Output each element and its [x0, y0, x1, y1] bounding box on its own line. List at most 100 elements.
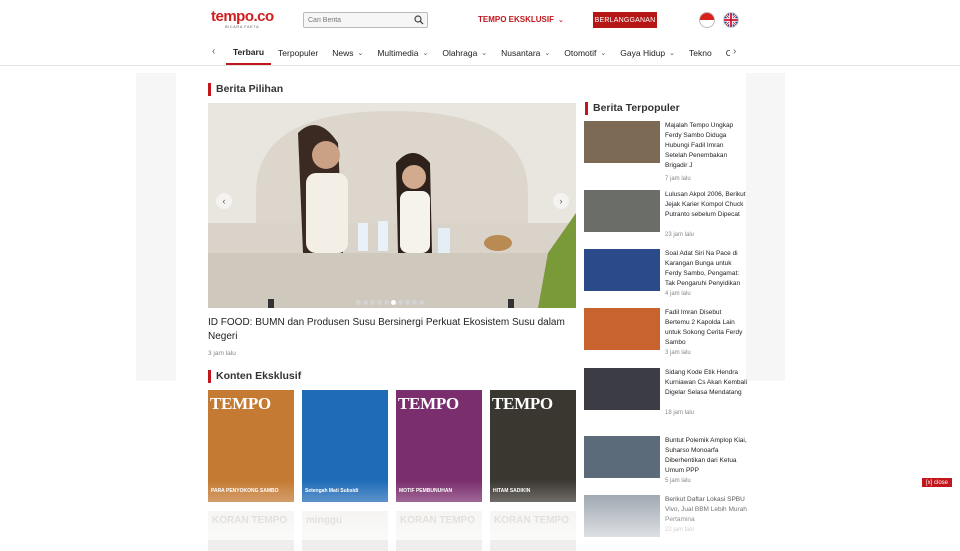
- chevron-down-icon: ⌄: [481, 49, 488, 57]
- newspaper-cover[interactable]: KORAN TEMPO: [396, 511, 482, 551]
- nav-item-label: Nusantara: [501, 47, 541, 58]
- news-thumbnail[interactable]: [584, 249, 660, 291]
- chevron-down-icon: ⌄: [600, 49, 607, 57]
- subscribe-button[interactable]: BERLANGGANAN: [593, 12, 657, 28]
- cover-caption: MOTIF PEMBUNUHAN: [399, 488, 453, 494]
- carousel-dot[interactable]: [398, 300, 403, 305]
- nav-item[interactable]: Otomotif ⌄: [557, 40, 613, 65]
- hero-time: 3 jam lalu: [208, 350, 236, 357]
- news-thumbnail[interactable]: [584, 190, 660, 232]
- cover-masthead: TEMPO: [492, 394, 553, 413]
- tempo-eksklusif-menu[interactable]: TEMPO EKSKLUSIF ⌄: [478, 15, 564, 24]
- nav-item[interactable]: Gaya Hidup ⌄: [613, 40, 682, 65]
- news-time: 5 jam lalu: [665, 478, 691, 484]
- chevron-down-icon: ⌄: [669, 49, 676, 57]
- news-title[interactable]: Majalah Tempo Ungkap Ferdy Sambo Diduga …: [665, 121, 747, 171]
- news-time: 22 jam lalu: [665, 527, 695, 533]
- eksklusif-label: TEMPO EKSKLUSIF: [478, 15, 555, 24]
- news-thumbnail[interactable]: [584, 436, 660, 478]
- news-title[interactable]: Soal Adat Siri Na Pace di Karangan Bunga…: [665, 249, 747, 289]
- search-input[interactable]: [304, 13, 412, 27]
- nav-items: Terbaru Terpopuler News ⌄ Multimedia ⌄ Olahrag…: [226, 40, 730, 65]
- newspaper-masthead: KORAN TEMPO: [212, 515, 287, 526]
- newspaper-masthead: minggu: [306, 515, 343, 526]
- hero-headline[interactable]: ID FOOD: BUMN dan Produsen Susu Bersiner…: [208, 316, 576, 344]
- news-time: 7 jam lalu: [665, 176, 691, 182]
- news-thumbnail[interactable]: [584, 495, 660, 537]
- cover-masthead: TEMPO: [210, 394, 271, 413]
- carousel-dot[interactable]: [377, 300, 382, 305]
- nav-item[interactable]: Tekno: [682, 40, 719, 65]
- nav-item[interactable]: Terbaru: [226, 40, 272, 65]
- uk-flag-icon[interactable]: [723, 12, 739, 28]
- eksklusif-covers-row2: KORAN TEMPO minggu KORAN TEMPO KORAN TEMPO: [208, 511, 576, 551]
- news-thumbnail[interactable]: [584, 121, 660, 163]
- chevron-down-icon: ⌄: [558, 16, 564, 24]
- cover-caption: HITAM SADIKIN: [493, 488, 531, 494]
- hero-carousel[interactable]: ‹ ›: [208, 103, 576, 308]
- carousel-dot[interactable]: [419, 300, 424, 305]
- carousel-dot[interactable]: [412, 300, 417, 305]
- news-time: 23 jam lalu: [665, 232, 695, 238]
- carousel-dot[interactable]: [370, 300, 375, 305]
- logo-text: tempo.co: [211, 8, 274, 25]
- news-title[interactable]: Sidang Kode Etik Hendra Kurniawan Cs Aka…: [665, 368, 747, 398]
- magazine-cover[interactable]: TEMPO PARA PENYOKONG SAMBO: [208, 390, 294, 502]
- berita-pilihan-title: Berita Pilihan: [208, 83, 283, 96]
- nav-scroll-right-icon[interactable]: ›: [733, 46, 736, 57]
- eksklusif-covers: TEMPO PARA PENYOKONG SAMBO Setengah Mati S…: [208, 390, 576, 502]
- magazine-cover[interactable]: Setengah Mati Subsidi: [302, 390, 388, 502]
- indonesia-flag-icon[interactable]: [699, 12, 715, 28]
- nav-item[interactable]: Terpopuler: [271, 40, 325, 65]
- nav-item[interactable]: Olahraga ⌄: [435, 40, 494, 65]
- carousel-dot[interactable]: [405, 300, 410, 305]
- news-time: 3 jam lalu: [665, 350, 691, 356]
- search-icon[interactable]: [414, 15, 424, 25]
- carousel-dot[interactable]: [363, 300, 368, 305]
- newspaper-cover[interactable]: minggu: [302, 511, 388, 551]
- nav-item-label: Otomotif: [564, 47, 597, 58]
- news-title[interactable]: Fadil Imran Disebut Bertemu 2 Kapolda La…: [665, 308, 747, 348]
- carousel-dot[interactable]: [356, 300, 361, 305]
- nav-item-label: Olahraga: [442, 47, 478, 58]
- magazine-cover[interactable]: TEMPO MOTIF PEMBUNUHAN: [396, 390, 482, 502]
- nav-item-label: Terbaru: [233, 46, 265, 57]
- news-title[interactable]: Lulusan Akpol 2006, Berikut Jejak Karier…: [665, 190, 747, 220]
- carousel-dot[interactable]: [384, 300, 389, 305]
- nav-item[interactable]: News ⌄: [325, 40, 370, 65]
- header: tempo.co BICARA FAKTA TEMPO EKSKLUSIF ⌄ …: [0, 0, 960, 40]
- nav-item-label: Cantik: [725, 47, 730, 58]
- newspaper-cover[interactable]: KORAN TEMPO: [208, 511, 294, 551]
- carousel-dots: [356, 300, 424, 305]
- newspaper-cover[interactable]: KORAN TEMPO: [490, 511, 576, 551]
- main-navigation: ‹ Terbaru Terpopuler News ⌄ Multimedia ⌄ Olahr…: [0, 40, 960, 66]
- nav-item-label: Gaya Hidup: [620, 47, 666, 58]
- carousel-next-button[interactable]: ›: [553, 193, 569, 209]
- hero-image: [208, 103, 576, 308]
- nav-item[interactable]: Cantik⌄: [719, 40, 730, 65]
- cover-masthead: TEMPO: [398, 394, 459, 413]
- carousel-dot[interactable]: [391, 300, 396, 305]
- nav-item-label: Terpopuler: [278, 47, 319, 58]
- nav-scroll-left-icon[interactable]: ‹: [212, 46, 215, 57]
- carousel-prev-button[interactable]: ‹: [216, 193, 232, 209]
- tempo-logo[interactable]: tempo.co BICARA FAKTA: [211, 8, 274, 30]
- newspaper-masthead: KORAN TEMPO: [400, 515, 475, 526]
- nav-item[interactable]: Multimedia ⌄: [370, 40, 435, 65]
- news-time: 4 jam lalu: [665, 291, 691, 297]
- cover-caption: Setengah Mati Subsidi: [305, 488, 359, 494]
- news-thumbnail[interactable]: [584, 368, 660, 410]
- chevron-down-icon: ⌄: [544, 49, 551, 57]
- close-ad-button[interactable]: [x] close: [922, 478, 952, 487]
- chevron-down-icon: ⌄: [357, 49, 364, 57]
- newspaper-masthead: KORAN TEMPO: [494, 515, 569, 526]
- konten-eksklusif-title: Konten Eksklusif: [208, 370, 301, 383]
- nav-item[interactable]: Nusantara ⌄: [494, 40, 557, 65]
- news-title[interactable]: Berikut Daftar Lokasi SPBU Vivo, Jual BB…: [665, 495, 747, 525]
- news-thumbnail[interactable]: [584, 308, 660, 350]
- nav-item-label: Multimedia: [377, 47, 419, 58]
- nav-item-label: Tekno: [689, 47, 712, 58]
- news-title[interactable]: Buntut Polemik Amplop Kiai, Suharso Mono…: [665, 436, 747, 476]
- search-box: [303, 12, 428, 28]
- magazine-cover[interactable]: TEMPO HITAM SADIKIN: [490, 390, 576, 502]
